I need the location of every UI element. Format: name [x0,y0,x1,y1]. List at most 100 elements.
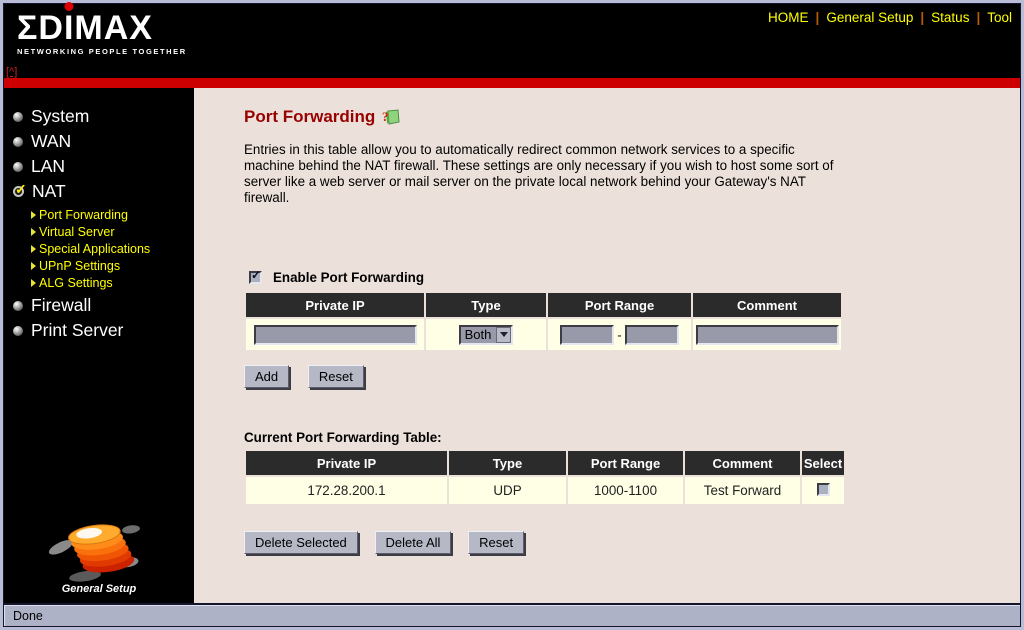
cell-private-ip: 172.28.200.1 [246,477,447,504]
arrow-right-icon [31,261,36,270]
dropdown-arrow-icon[interactable] [496,326,512,343]
port-end-input[interactable] [625,324,680,345]
sidebar-item-label: Firewall [31,295,92,315]
status-bar: Done [4,603,1020,626]
sidebar-item-label: WAN [31,131,72,151]
sidebar-item-label: System [31,106,90,126]
cell-comment: Test Forward [685,477,800,504]
nav-separator: | [815,10,820,25]
sidebar-subitem-port-forwarding[interactable]: Port Forwarding [31,206,194,223]
delete-selected-button[interactable]: Delete Selected [244,531,358,554]
browser-frame: ΣDI MAX NETWORKING PEOPLE TOGETHER HOME | G… [0,0,1024,630]
top-anchor-link[interactable]: [^] [6,66,17,78]
bullet-icon [13,136,23,147]
form-buttons: Add Reset [244,365,1020,388]
bullet-icon [13,325,23,336]
sidebar-item-lan[interactable]: LAN [4,154,194,179]
comment-cell [693,319,841,350]
nav-home-link[interactable]: HOME [768,10,809,25]
general-setup-caption: General Setup [61,583,137,595]
nav-tool-link[interactable]: Tool [987,10,1012,25]
reset-table-button[interactable]: Reset [468,531,525,554]
nat-subnav: Port Forwarding Virtual Server Special A… [31,206,194,291]
comment-input[interactable] [695,324,839,345]
bullet-icon [13,161,23,172]
arrow-right-icon [31,227,36,236]
reset-button[interactable]: Reset [307,365,364,388]
page-title: Port Forwarding [244,107,376,126]
port-range-separator: - [617,327,622,342]
subitem-label: Virtual Server [39,224,115,239]
row-select-checkbox[interactable]: ✓ [816,482,830,496]
port-start-input[interactable] [559,324,614,345]
nav-general-setup-link[interactable]: General Setup [826,10,913,25]
logo-red-dot-icon [64,2,74,11]
bullet-icon [13,300,23,311]
sidebar-item-nat[interactable]: ✓ NAT [4,179,194,204]
table-header-row: Private IP Type Port Range Comment Selec… [246,451,844,475]
cell-type: UDP [449,477,566,504]
status-text: Done [13,608,43,623]
top-nav: HOME | General Setup | Status | Tool [768,10,1012,25]
enable-port-forwarding-checkbox[interactable]: ✓ [249,268,262,284]
nav-separator: | [920,10,925,25]
port-range-cell: - [548,319,691,350]
column-header-type: Type [449,451,566,475]
add-button[interactable]: Add [244,365,290,388]
column-header-comment: Comment [693,293,841,317]
red-divider-bar [4,78,1020,88]
sidebar-item-label: Print Server [31,320,124,340]
column-header-comment: Comment [685,451,800,475]
sidebar-item-print-server[interactable]: Print Server [4,318,194,343]
sidebar-item-label: LAN [31,156,66,176]
table-buttons: Delete Selected Delete All Reset [244,531,1020,554]
current-table-label: Current Port Forwarding Table: [244,430,442,445]
type-select-value: Both [464,327,492,342]
main-content: Port Forwarding ? Entries in this table … [194,88,1020,603]
sidebar-item-system[interactable]: System [4,104,194,129]
port-forwarding-form: ✓ Enable Port Forwarding Private IP Type… [244,268,1020,388]
column-header-type: Type [426,293,546,317]
page-description: Entries in this table allow you to autom… [244,142,834,205]
nav-status-link[interactable]: Status [931,10,969,25]
delete-all-button[interactable]: Delete All [374,531,452,554]
table-row: 172.28.200.1 UDP 1000-1100 Test Forward … [246,477,844,504]
column-header-private-ip: Private IP [246,293,424,317]
current-port-forwarding-table: Private IP Type Port Range Comment Selec… [244,449,846,506]
arrow-right-icon [31,278,36,287]
sidebar-subitem-virtual-server[interactable]: Virtual Server [31,223,194,240]
sidebar-subitem-special-applications[interactable]: Special Applications [31,240,194,257]
enable-row: ✓ Enable Port Forwarding [249,268,1020,285]
arrow-right-icon [31,210,36,219]
subitem-label: Special Applications [39,241,151,256]
svg-text:?: ? [382,109,389,124]
sidebar: System WAN LAN ✓ NAT Port Forwarding Vir… [4,88,194,603]
header: ΣDI MAX NETWORKING PEOPLE TOGETHER HOME | G… [4,2,1020,78]
arrow-right-icon [31,244,36,253]
sidebar-subitem-upnp-settings[interactable]: UPnP Settings [31,257,194,274]
private-ip-cell [246,319,424,350]
subitem-label: ALG Settings [39,275,113,290]
type-select[interactable]: Both [458,324,514,345]
column-header-port-range: Port Range [548,293,691,317]
edimax-logo: ΣDI MAX NETWORKING PEOPLE TOGETHER [17,2,187,56]
sidebar-subitem-alg-settings[interactable]: ALG Settings [31,274,194,291]
enable-port-forwarding-label[interactable]: Enable Port Forwarding [273,270,424,285]
type-cell: Both [426,319,546,350]
brand-tagline: NETWORKING PEOPLE TOGETHER [17,47,187,56]
help-book-icon: ? [382,109,400,125]
sidebar-item-wan[interactable]: WAN [4,129,194,154]
cell-select: ✓ [802,477,844,504]
table-header-row: Private IP Type Port Range Comment [246,293,841,317]
cell-port-range: 1000-1100 [568,477,683,504]
subitem-label: UPnP Settings [39,258,121,273]
checkmark-icon: ✓ [13,181,27,197]
port-forwarding-entry-table: Private IP Type Port Range Comment Both [244,291,843,352]
subitem-label: Port Forwarding [39,207,128,222]
sidebar-item-label: NAT [32,181,66,201]
bullet-icon [13,111,23,122]
entry-input-row: Both - [246,319,841,350]
nav-separator: | [976,10,981,25]
sidebar-item-firewall[interactable]: Firewall [4,293,194,318]
private-ip-input[interactable] [253,324,417,345]
